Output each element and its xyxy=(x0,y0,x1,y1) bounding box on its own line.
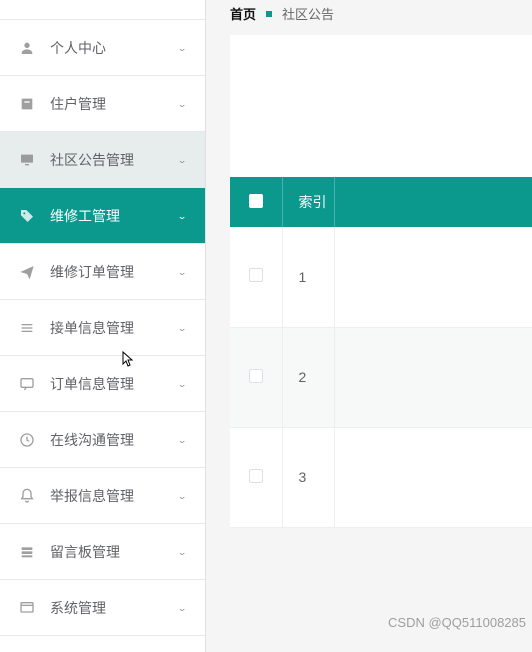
chat-icon xyxy=(18,375,36,393)
sidebar-item-4[interactable]: 维修订单管理⌄ xyxy=(0,244,205,300)
sidebar-item-1[interactable]: 住户管理⌄ xyxy=(0,76,205,132)
checkbox-icon[interactable] xyxy=(249,469,263,483)
chevron-down-icon: ⌄ xyxy=(177,603,187,613)
chevron-down-icon: ⌄ xyxy=(177,435,187,445)
menu-spacer xyxy=(0,0,205,20)
sidebar-item-label: 订单信息管理 xyxy=(50,374,177,394)
sidebar-item-label: 维修订单管理 xyxy=(50,262,177,282)
box-icon xyxy=(18,95,36,113)
send-icon xyxy=(18,263,36,281)
watermark: CSDN @QQ511008285 xyxy=(388,615,526,630)
user-icon xyxy=(18,39,36,57)
chevron-down-icon: ⌄ xyxy=(177,323,187,333)
breadcrumb: 首页 社区公告 xyxy=(230,0,532,35)
row-index-cell: 2 xyxy=(282,327,334,427)
table-row[interactable]: 1 xyxy=(230,227,532,327)
checkbox-icon[interactable] xyxy=(249,194,263,208)
content-card: 索引 123 xyxy=(230,35,532,528)
sidebar-item-label: 在线沟通管理 xyxy=(50,430,177,450)
sidebar-item-label: 维修工管理 xyxy=(50,206,177,226)
sidebar-item-label: 个人中心 xyxy=(50,38,177,58)
checkbox-icon[interactable] xyxy=(249,268,263,282)
chevron-down-icon: ⌄ xyxy=(177,155,187,165)
layers-icon xyxy=(18,543,36,561)
sidebar-item-label: 举报信息管理 xyxy=(50,486,177,506)
breadcrumb-current: 社区公告 xyxy=(282,4,334,23)
sidebar-item-6[interactable]: 订单信息管理⌄ xyxy=(0,356,205,412)
monitor-icon xyxy=(18,151,36,169)
sidebar-item-label: 住户管理 xyxy=(50,94,177,114)
table-header-checkbox[interactable] xyxy=(230,177,282,227)
sidebar-item-10[interactable]: 系统管理⌄ xyxy=(0,580,205,636)
sidebar-item-5[interactable]: 接单信息管理⌄ xyxy=(0,300,205,356)
chevron-down-icon: ⌄ xyxy=(177,491,187,501)
row-checkbox-cell[interactable] xyxy=(230,427,282,527)
chevron-down-icon: ⌄ xyxy=(177,99,187,109)
row-empty-cell xyxy=(334,327,532,427)
list-icon xyxy=(18,319,36,337)
row-empty-cell xyxy=(334,427,532,527)
checkbox-icon[interactable] xyxy=(249,369,263,383)
chevron-down-icon: ⌄ xyxy=(177,43,187,53)
chevron-down-icon: ⌄ xyxy=(177,547,187,557)
table-header-spacer xyxy=(334,177,532,227)
chevron-down-icon: ⌄ xyxy=(177,211,187,221)
main-content: 首页 社区公告 索引 123 xyxy=(206,0,532,652)
bell-icon xyxy=(18,487,36,505)
sidebar-item-2[interactable]: 社区公告管理⌄ xyxy=(0,132,205,188)
tag-icon xyxy=(18,207,36,225)
sidebar-item-label: 留言板管理 xyxy=(50,542,177,562)
sidebar-item-3[interactable]: 维修工管理⌄ xyxy=(0,188,205,244)
sidebar-item-label: 系统管理 xyxy=(50,598,177,618)
row-empty-cell xyxy=(334,227,532,327)
clock-icon xyxy=(18,431,36,449)
sidebar-item-9[interactable]: 留言板管理⌄ xyxy=(0,524,205,580)
sidebar-item-label: 接单信息管理 xyxy=(50,318,177,338)
chevron-down-icon: ⌄ xyxy=(177,267,187,277)
row-checkbox-cell[interactable] xyxy=(230,227,282,327)
row-checkbox-cell[interactable] xyxy=(230,327,282,427)
breadcrumb-separator-icon xyxy=(266,11,272,17)
sidebar-item-7[interactable]: 在线沟通管理⌄ xyxy=(0,412,205,468)
table-header-index[interactable]: 索引 xyxy=(282,177,334,227)
window-icon xyxy=(18,599,36,617)
sidebar-item-0[interactable]: 个人中心⌄ xyxy=(0,20,205,76)
chevron-down-icon: ⌄ xyxy=(177,379,187,389)
sidebar-item-8[interactable]: 举报信息管理⌄ xyxy=(0,468,205,524)
row-index-cell: 3 xyxy=(282,427,334,527)
data-table: 索引 123 xyxy=(230,177,532,528)
sidebar-item-label: 社区公告管理 xyxy=(50,150,177,170)
table-row[interactable]: 2 xyxy=(230,327,532,427)
table-row[interactable]: 3 xyxy=(230,427,532,527)
breadcrumb-home[interactable]: 首页 xyxy=(230,4,256,23)
row-index-cell: 1 xyxy=(282,227,334,327)
sidebar: 个人中心⌄住户管理⌄社区公告管理⌄维修工管理⌄维修订单管理⌄接单信息管理⌄订单信… xyxy=(0,0,206,652)
